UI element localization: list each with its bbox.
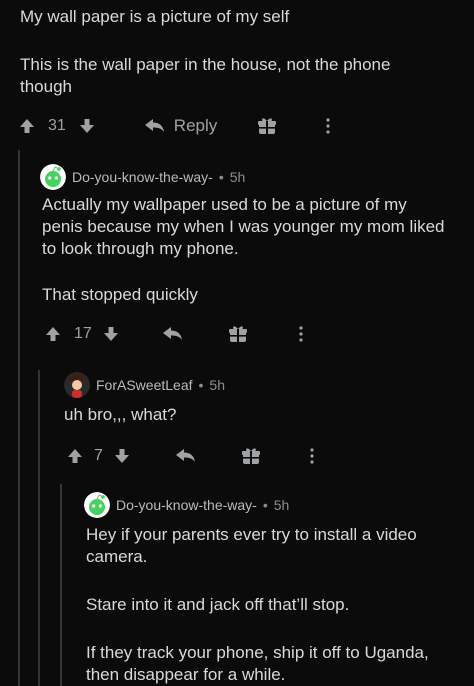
downvote-arrow-icon <box>113 447 131 465</box>
upvote-arrow-icon <box>44 325 62 343</box>
vote-count: 17 <box>74 325 92 342</box>
more-options-button[interactable] <box>298 325 304 343</box>
vote-count: 7 <box>94 447 103 464</box>
more-vertical-icon <box>325 117 331 135</box>
comment-author-row: ForASweetLeaf • 5h <box>64 372 225 398</box>
comment-age: 5h <box>209 377 225 393</box>
upvote-button[interactable] <box>44 325 62 343</box>
reply-arrow-icon <box>175 447 197 465</box>
gift-award-icon <box>228 325 248 343</box>
more-options-button[interactable] <box>309 447 315 465</box>
comment-text: Hey if your parents ever try to install … <box>86 525 422 566</box>
upvote-button[interactable] <box>18 117 36 135</box>
comment-text: That stopped quickly <box>42 285 198 304</box>
comment-text: Stare into it and jack off that’ll stop. <box>86 595 350 614</box>
comment-text: This is the wall paper in the house, not… <box>20 55 396 96</box>
award-button[interactable] <box>228 325 248 343</box>
comment-author-row: Do-you-know-the-way- • 5h <box>40 164 245 190</box>
reply-arrow-icon <box>144 117 166 135</box>
more-vertical-icon <box>309 447 315 465</box>
reply-button[interactable]: Reply <box>144 116 217 136</box>
upvote-arrow-icon <box>66 447 84 465</box>
comment-age: 5h <box>273 497 290 513</box>
downvote-button[interactable] <box>78 117 96 135</box>
downvote-button[interactable] <box>102 325 120 343</box>
author-name[interactable]: ForASweetLeaf <box>96 377 193 393</box>
separator: • <box>262 497 268 513</box>
author-name[interactable]: Do-you-know-the-way- <box>72 169 213 185</box>
snoo-avatar-icon[interactable] <box>40 164 66 190</box>
snoo-avatar-icon[interactable] <box>84 492 110 518</box>
reply-label: Reply <box>173 116 218 135</box>
comment-actions: 17 <box>44 322 304 346</box>
award-button[interactable] <box>241 447 261 465</box>
user-avatar-icon[interactable] <box>64 372 90 398</box>
vote-count: 31 <box>48 117 66 134</box>
comment-text: If they track your phone, ship it off to… <box>86 643 434 684</box>
downvote-arrow-icon <box>102 325 120 343</box>
separator: • <box>218 169 224 185</box>
more-options-button[interactable] <box>325 117 331 135</box>
author-name[interactable]: Do-you-know-the-way- <box>116 497 257 513</box>
comment-age: 5h <box>229 169 246 185</box>
gift-award-icon <box>257 117 277 135</box>
comment-actions: 31 Reply <box>18 113 331 139</box>
thread-line[interactable] <box>60 484 62 686</box>
separator: • <box>198 377 204 393</box>
downvote-arrow-icon <box>78 117 96 135</box>
thread-line[interactable] <box>38 370 40 686</box>
downvote-button[interactable] <box>113 447 131 465</box>
comment-actions: 7 <box>66 444 315 468</box>
comment-author-row: Do-you-know-the-way- • 5h <box>84 492 289 518</box>
upvote-button[interactable] <box>66 447 84 465</box>
reply-button[interactable] <box>175 447 197 465</box>
upvote-arrow-icon <box>18 117 36 135</box>
comment-text: My wall paper is a picture of my self <box>20 7 290 26</box>
thread-line[interactable] <box>18 150 20 686</box>
reply-arrow-icon <box>162 325 184 343</box>
comment-text: Actually my wallpaper used to be a pictu… <box>42 195 450 258</box>
gift-award-icon <box>241 447 261 465</box>
more-vertical-icon <box>298 325 304 343</box>
comment-text: uh bro,,, what? <box>64 405 177 424</box>
reply-button[interactable] <box>162 325 184 343</box>
award-button[interactable] <box>257 117 277 135</box>
